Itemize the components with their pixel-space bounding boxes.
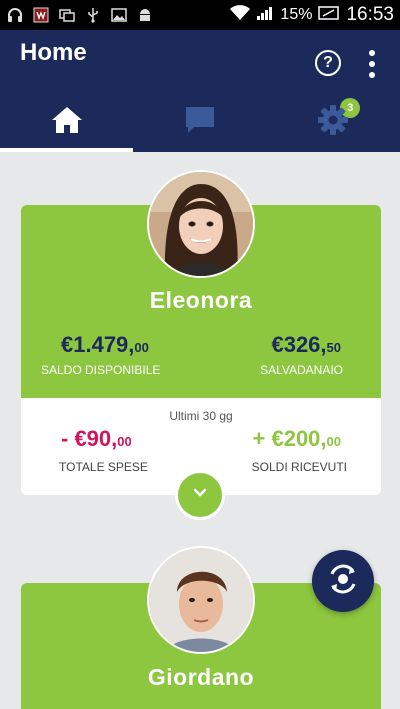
tab-messages[interactable]: 3: [133, 92, 361, 152]
clock: 16:53: [346, 4, 394, 25]
android-icon: [136, 6, 154, 24]
tab-home[interactable]: [0, 92, 134, 152]
avatar[interactable]: [147, 546, 255, 654]
spese-label: TOTALE SPESE: [59, 460, 148, 474]
headphones-icon: [6, 6, 24, 24]
child-name: Giordano: [147, 664, 255, 690]
saldo-amount: €1.479,00: [61, 332, 149, 357]
more-options-button[interactable]: [362, 50, 382, 78]
battery-icon: [318, 5, 340, 26]
period-label: Ultimi 30 gg: [169, 409, 233, 423]
help-button[interactable]: ?: [315, 50, 341, 76]
ricevuti-amount: + €200,00: [252, 426, 341, 451]
salvadanaio-label: SALVADANAIO: [260, 363, 343, 377]
ricevuti-label: SOLDI RICEVUTI: [251, 460, 347, 474]
home-icon: [50, 105, 84, 140]
avatar[interactable]: [147, 170, 255, 278]
wifi-icon: [230, 4, 251, 26]
tab-settings[interactable]: [267, 92, 400, 152]
child-name: Eleonora: [149, 287, 253, 313]
tab-bar: 3: [0, 92, 400, 152]
spese-amount: - €90,00: [61, 426, 132, 451]
shield-app-icon: [32, 6, 50, 24]
signal-icon: [256, 5, 274, 26]
app-header: Home ? 3: [0, 30, 400, 152]
question-icon: ?: [323, 54, 333, 71]
page-title: Home: [20, 39, 87, 66]
transfer-button[interactable]: [312, 550, 374, 612]
battery-percent: 15%: [280, 6, 313, 23]
status-bar: 15% 16:53: [0, 0, 400, 30]
saldo-label: SALDO DISPONIBILE: [41, 363, 161, 377]
expand-button[interactable]: [175, 470, 225, 520]
image-icon: [110, 6, 128, 24]
chat-icon: [184, 105, 216, 140]
gear-icon: [317, 104, 349, 141]
screen-share-icon: [58, 6, 76, 24]
salvadanaio-amount: €326,50: [271, 332, 341, 357]
chevron-down-icon: [192, 486, 208, 504]
usb-icon: [84, 6, 102, 24]
money-transfer-icon: [326, 562, 360, 601]
